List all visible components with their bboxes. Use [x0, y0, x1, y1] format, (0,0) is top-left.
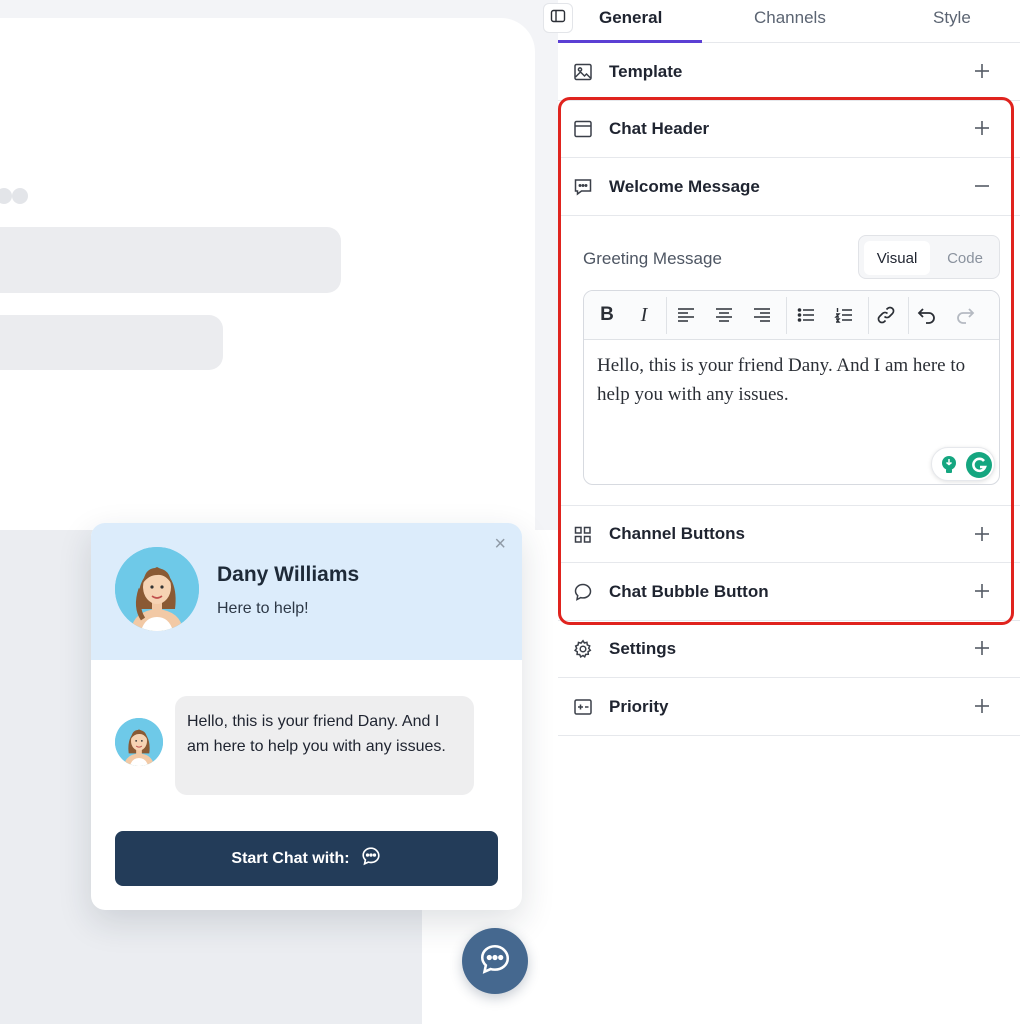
speech-bubble-icon: [573, 582, 593, 602]
toolbar-separator: [666, 297, 667, 334]
bold-button[interactable]: B: [595, 303, 619, 327]
settings-panel: General Channels Style Template Chat Hea…: [543, 0, 1020, 1024]
message-icon: [573, 177, 593, 197]
chat-bubble-icon: [360, 845, 382, 872]
section-channel-buttons[interactable]: Channel Buttons: [558, 505, 1020, 563]
section-label: Chat Bubble Button: [609, 581, 769, 601]
align-left-icon[interactable]: [674, 303, 698, 327]
grammarly-widget[interactable]: [931, 447, 995, 481]
editor-mode-switch: Visual Code: [858, 235, 1000, 279]
plus-icon[interactable]: [972, 696, 992, 716]
chat-widget-header: Dany Williams Here to help! ×: [91, 523, 522, 660]
agent-avatar: [115, 547, 199, 631]
placeholder-bar: [0, 227, 341, 293]
section-label: Chat Header: [609, 118, 710, 138]
placeholder-dot: [12, 188, 28, 204]
toolbar-separator: [786, 297, 787, 334]
bullet-list-icon[interactable]: [794, 303, 818, 327]
rich-text-editor[interactable]: B I Hello, this is your friend Dany. And…: [583, 290, 1000, 485]
minus-icon[interactable]: [972, 176, 992, 196]
chat-launcher-button[interactable]: [462, 928, 528, 994]
greeting-message-content[interactable]: Hello, this is your friend Dany. And I a…: [597, 351, 992, 409]
plus-icon[interactable]: [972, 638, 992, 658]
priority-icon: [573, 697, 593, 717]
agent-avatar-small: [115, 718, 163, 766]
undo-icon[interactable]: [915, 303, 939, 327]
italic-button[interactable]: I: [632, 303, 656, 327]
chat-bubble-icon: [477, 941, 513, 982]
section-settings[interactable]: Settings: [558, 620, 1020, 678]
plus-icon[interactable]: [972, 581, 992, 601]
mode-code-button[interactable]: Code: [934, 241, 996, 275]
chat-widget: Dany Williams Here to help! × Hello, thi…: [91, 523, 522, 910]
mode-visual-button[interactable]: Visual: [864, 241, 930, 275]
plus-icon[interactable]: [972, 524, 992, 544]
start-chat-label: Start Chat with:: [231, 849, 350, 867]
welcome-message-bubble: Hello, this is your friend Dany. And I a…: [175, 696, 474, 795]
lightbulb-icon: [938, 454, 960, 481]
link-icon[interactable]: [874, 303, 898, 327]
grid-icon: [573, 525, 593, 545]
placeholder-bar: [0, 315, 223, 370]
sidebar-toggle-button[interactable]: [543, 3, 573, 33]
window-icon: [573, 119, 593, 139]
section-label: Settings: [609, 638, 677, 658]
toolbar-separator: [908, 297, 909, 334]
section-chat-header[interactable]: Chat Header: [558, 100, 1020, 158]
greeting-message-label: Greeting Message: [583, 249, 722, 268]
align-right-icon[interactable]: [750, 303, 774, 327]
tab-channels[interactable]: Channels: [754, 8, 826, 28]
section-label: Template: [609, 61, 683, 81]
section-label: Channel Buttons: [609, 524, 745, 543]
image-icon: [573, 62, 593, 82]
align-center-icon[interactable]: [712, 303, 736, 327]
toolbar-separator: [868, 297, 869, 334]
redo-icon[interactable]: [953, 303, 977, 327]
start-chat-button[interactable]: Start Chat with:: [115, 831, 498, 886]
agent-tagline: Here to help!: [217, 600, 309, 617]
section-template[interactable]: Template: [558, 43, 1020, 101]
section-welcome-message[interactable]: Welcome Message: [558, 158, 1020, 216]
section-priority[interactable]: Priority: [558, 678, 1020, 736]
widget-preview: Dany Williams Here to help! × Hello, thi…: [0, 0, 558, 1024]
grammarly-icon: [965, 451, 993, 484]
section-label: Priority: [609, 696, 669, 716]
tab-general[interactable]: General: [599, 8, 662, 28]
tab-style[interactable]: Style: [933, 8, 971, 28]
sidebar-icon: [550, 8, 566, 29]
numbered-list-icon[interactable]: [832, 303, 856, 327]
gear-icon: [573, 639, 593, 659]
plus-icon[interactable]: [972, 118, 992, 138]
tab-bar: General Channels Style: [558, 0, 1020, 43]
agent-name: Dany Williams: [217, 563, 360, 586]
close-icon[interactable]: ×: [494, 533, 506, 556]
section-chat-bubble-button[interactable]: Chat Bubble Button: [558, 563, 1020, 621]
editor-toolbar: B I: [584, 291, 999, 340]
plus-icon[interactable]: [972, 61, 992, 81]
section-label: Welcome Message: [609, 176, 760, 196]
